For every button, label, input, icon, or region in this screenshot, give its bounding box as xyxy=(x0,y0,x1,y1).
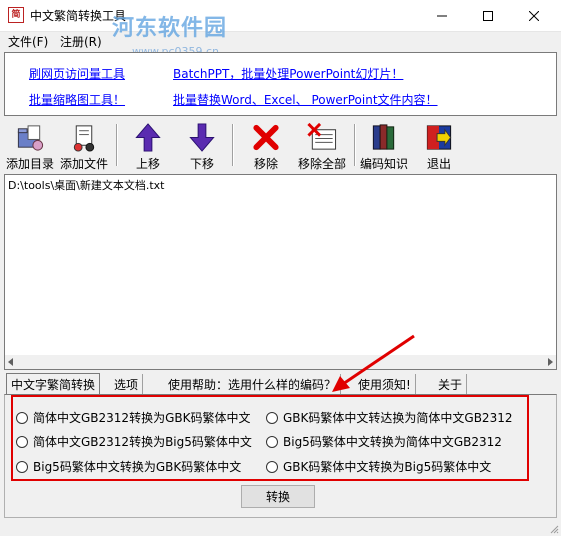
tab-conversion[interactable]: 中文字繁简转换 xyxy=(6,373,101,395)
menu-file[interactable]: 文件(F) xyxy=(8,33,48,50)
scroll-right-icon[interactable] xyxy=(548,358,553,366)
remove-all-label: 移除全部 xyxy=(297,157,346,171)
minimize-icon xyxy=(437,15,447,16)
toolbar-separator xyxy=(354,124,356,166)
toolbar: 添加目录 添加文件 上移 下移 移除 移除全部 编码知识 退出 xyxy=(0,120,561,172)
arrow-down-icon xyxy=(189,123,215,152)
tab-options[interactable]: 选项 xyxy=(110,374,144,394)
menu-register[interactable]: 注册(R) xyxy=(60,33,102,50)
link-batchppt[interactable]: BatchPPT，批量处理PowerPoint幻灯片！ xyxy=(173,65,403,82)
arrow-up-icon xyxy=(135,123,161,152)
tab-help[interactable]: 使用帮助：选用什么样的编码？ xyxy=(164,374,342,394)
file-list[interactable]: D:\tools\桌面\新建文本文档.txt xyxy=(4,174,557,370)
move-down-label: 下移 xyxy=(189,157,214,171)
add-directory-label: 添加目录 xyxy=(5,157,54,171)
remove-all-icon xyxy=(307,122,337,150)
annotation-arrow-icon xyxy=(332,334,415,392)
highlight-box xyxy=(11,395,529,481)
app-icon: 简 xyxy=(8,7,24,23)
maximize-button[interactable] xyxy=(465,0,511,31)
tab-strip: 中文字繁简转换 选项 使用帮助：选用什么样的编码？ 使用须知! 关于 xyxy=(4,373,557,395)
link-page-views[interactable]: 刷网页访问量工具 xyxy=(29,65,125,82)
link-batch-replace[interactable]: 批量替换Word、Excel、 PowerPoint文件内容！ xyxy=(173,91,438,108)
links-panel: 刷网页访问量工具 BatchPPT，批量处理PowerPoint幻灯片！ 批量缩… xyxy=(4,52,557,116)
maximize-icon xyxy=(483,10,493,21)
encoding-info-button[interactable]: 编码知识 xyxy=(358,120,410,172)
link-thumbnail[interactable]: 批量缩略图工具！ xyxy=(29,91,125,108)
remove-all-button[interactable]: 移除全部 xyxy=(294,120,350,172)
encoding-info-label: 编码知识 xyxy=(359,157,408,171)
move-up-label: 上移 xyxy=(135,157,160,171)
tab-about[interactable]: 关于 xyxy=(434,374,468,394)
list-item[interactable]: D:\tools\桌面\新建文本文档.txt xyxy=(8,177,165,193)
close-button[interactable] xyxy=(511,0,557,31)
close-icon xyxy=(529,10,539,21)
add-file-label: 添加文件 xyxy=(59,157,108,171)
move-up-button[interactable]: 上移 xyxy=(126,120,170,172)
books-icon xyxy=(372,124,395,150)
exit-door-icon xyxy=(426,125,452,150)
add-directory-button[interactable]: 添加目录 xyxy=(4,120,56,172)
move-down-button[interactable]: 下移 xyxy=(180,120,224,172)
remove-button[interactable]: 移除 xyxy=(244,120,288,172)
convert-button[interactable]: 转换 xyxy=(241,485,315,508)
remove-label: 移除 xyxy=(253,157,278,171)
exit-button[interactable]: 退出 xyxy=(418,120,460,172)
toolbar-separator xyxy=(116,124,118,166)
horizontal-scrollbar[interactable] xyxy=(5,355,556,369)
red-x-icon xyxy=(253,124,279,151)
resize-grip-icon[interactable] xyxy=(549,524,559,534)
minimize-button[interactable] xyxy=(419,0,465,31)
menu-bar: 文件(F) 注册(R) xyxy=(0,32,561,50)
title-bar: 简 中文繁简转换工具 河东软件园 xyxy=(0,0,561,41)
add-file-icon xyxy=(73,125,95,152)
scroll-left-icon[interactable] xyxy=(8,358,13,366)
add-file-button[interactable]: 添加文件 xyxy=(58,120,110,172)
add-folder-icon xyxy=(17,125,44,151)
toolbar-separator xyxy=(232,124,234,166)
exit-label: 退出 xyxy=(426,157,451,171)
